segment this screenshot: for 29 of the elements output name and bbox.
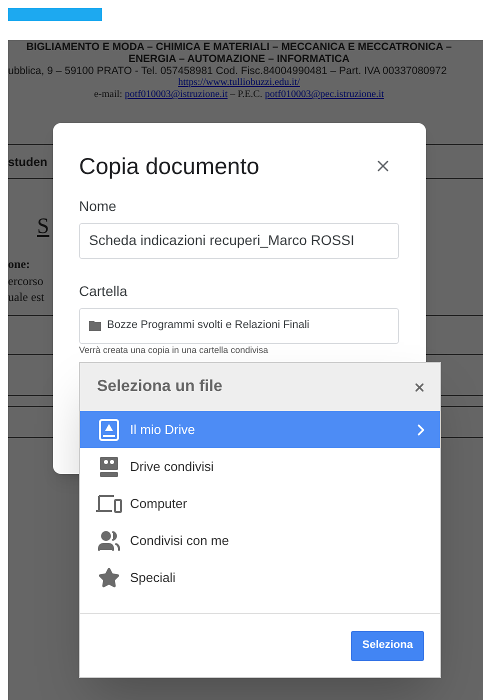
- header-text: e-mail:: [94, 89, 124, 100]
- table-label: studen: [8, 154, 48, 170]
- header-text: – P.E.C.: [229, 89, 264, 100]
- header-text: BIGLIAMENTO E MODA – CHIMICA E MATERIALI – MECCANICA E MECCATRONICA –: [26, 41, 452, 53]
- body-text: uale est: [8, 290, 44, 304]
- location-item[interactable]: Computer: [80, 485, 440, 522]
- star-icon: [98, 566, 120, 588]
- folder-field[interactable]: Bozze Programmi svolti e Relazioni Finali: [79, 308, 399, 344]
- shared-drive-icon: [99, 456, 119, 478]
- drive-icon: [99, 418, 119, 440]
- close-icon[interactable]: [413, 380, 426, 394]
- computer-icon: [96, 494, 122, 512]
- hint-text: Verrà creata una copia in una cartella condivisa: [79, 344, 268, 354]
- dialog-title: Copia documento: [79, 152, 260, 181]
- folder-label: Cartella: [79, 282, 128, 298]
- location-item[interactable]: Speciali: [80, 559, 440, 596]
- location-item[interactable]: Drive condivisi: [80, 448, 440, 485]
- body-text: ercorso: [8, 274, 44, 288]
- header-text: ENERGIA – AUTOMAZIONE – INFORMATICA: [128, 53, 350, 65]
- shared-folder-icon: [89, 320, 101, 330]
- picker-title: Seleziona un file: [97, 377, 222, 397]
- header-text: ubblica, 9 – 59100 PRATO - Tel. 057458981 Cod. Fisc.84004990481 – Part. IVA 00337080972: [8, 65, 447, 77]
- name-label: Nome: [79, 198, 116, 214]
- people-icon: [97, 528, 121, 552]
- section-label: one:: [8, 257, 30, 271]
- name-input[interactable]: Scheda indicazioni recuperi_Marco ROSSI: [79, 222, 399, 258]
- select-button[interactable]: Seleziona: [351, 630, 424, 660]
- heading-text: S: [37, 213, 50, 238]
- location-item[interactable]: Condivisi con me: [80, 522, 440, 559]
